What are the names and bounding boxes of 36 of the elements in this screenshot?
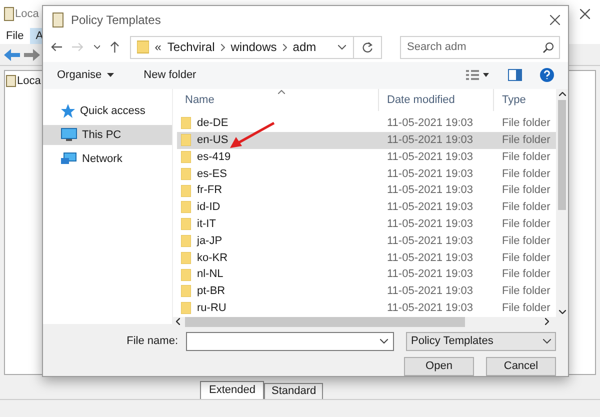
dialog-button[interactable]: Open: [404, 356, 474, 376]
file-row[interactable]: en-US 11-05-2021 19:03 File folder: [177, 132, 556, 149]
breadcrumb-item[interactable]: Techviral: [167, 38, 215, 56]
file-row[interactable]: fr-FR 11-05-2021 19:03 File folder: [177, 182, 556, 199]
dialog-title: Policy Templates: [71, 12, 161, 28]
file-row[interactable]: nl-NL 11-05-2021 19:03 File folder: [177, 266, 556, 283]
toolbar-button[interactable]: New folder: [144, 67, 196, 84]
file-row[interactable]: it-IT 11-05-2021 19:03 File folder: [177, 216, 556, 233]
file-row[interactable]: id-ID 11-05-2021 19:03 File folder: [177, 198, 556, 216]
file-row[interactable]: es-419 11-05-2021 19:03 File folder: [177, 148, 556, 166]
column-header[interactable]: Type: [502, 92, 526, 108]
nav-item[interactable]: Network: [43, 148, 172, 169]
tab[interactable]: Standard: [264, 383, 324, 399]
overflow-button[interactable]: «: [154, 38, 162, 56]
file-row[interactable]: pt-BR 11-05-2021 19:03 File folder: [177, 282, 556, 300]
file-row[interactable]: de-DE 11-05-2021 19:03 File folder: [177, 114, 556, 132]
breadcrumb-item[interactable]: windows: [230, 38, 277, 56]
file-row[interactable]: ru-RU 11-05-2021 19:03 File folder: [177, 300, 556, 317]
nav-item[interactable]: This PC: [43, 124, 172, 145]
menu-item[interactable]: File: [0, 28, 30, 44]
file-row[interactable]: ko-KR 11-05-2021 19:03 File folder: [177, 249, 556, 266]
field-label: File name:: [126, 334, 178, 350]
file-row[interactable]: ja-JP 11-05-2021 19:03 File folder: [177, 232, 556, 250]
search-field[interactable]: Search adm: [400, 36, 560, 59]
nav-item[interactable]: Quick access: [43, 100, 172, 121]
column-header[interactable]: Date modified: [387, 92, 455, 108]
tree-item[interactable]: Loca: [17, 73, 41, 90]
file-row[interactable]: es-ES 11-05-2021 19:03 File folder: [177, 165, 556, 182]
column-header[interactable]: Name: [185, 92, 214, 108]
address-bar[interactable]: « Techviral windows adm: [130, 36, 382, 59]
dialog-button[interactable]: Cancel: [486, 356, 556, 376]
breadcrumb-item[interactable]: adm: [292, 38, 316, 56]
toolbar-button[interactable]: Organise: [57, 67, 114, 84]
file-type-dropdown[interactable]: Policy Templates: [406, 332, 556, 351]
tab[interactable]: Extended: [200, 381, 264, 399]
window-title: Loca: [15, 6, 39, 22]
